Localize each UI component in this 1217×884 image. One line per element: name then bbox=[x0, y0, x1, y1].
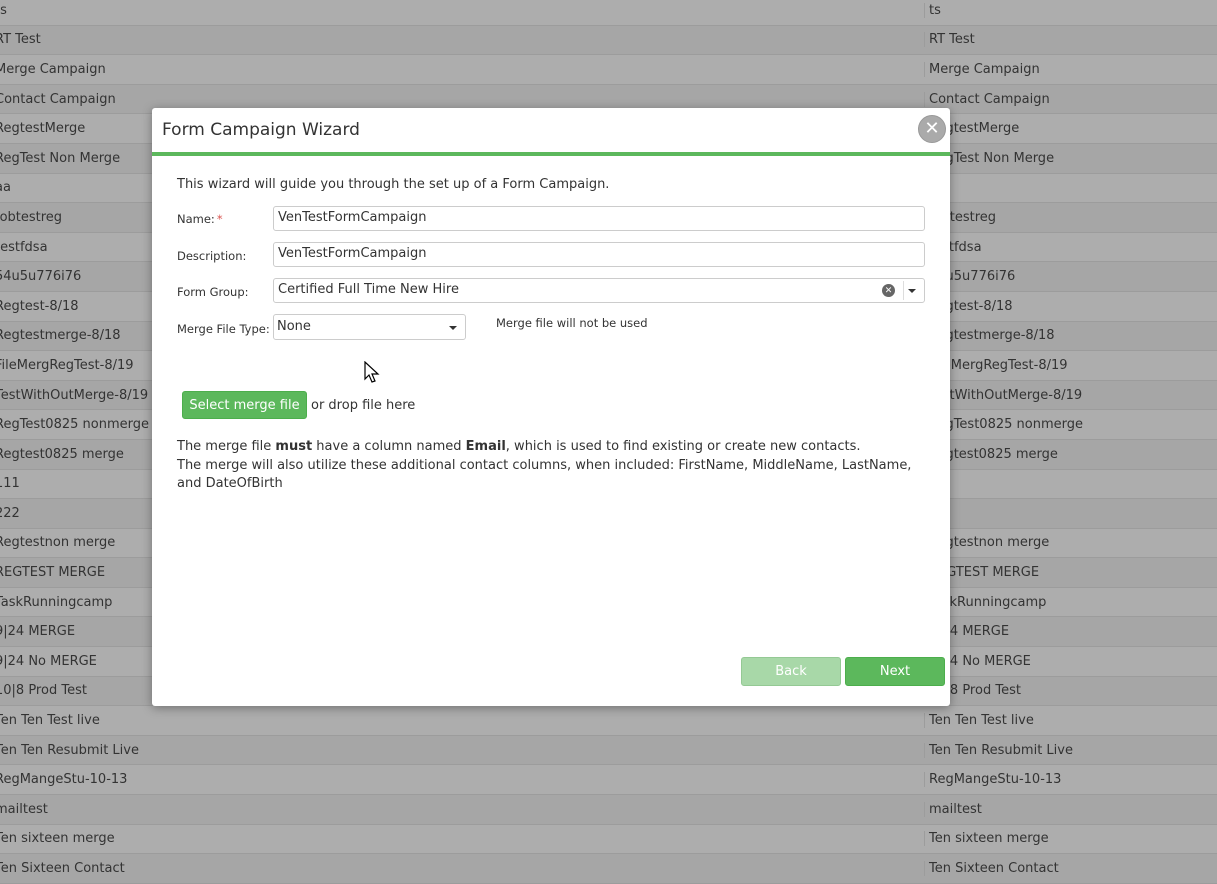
mouse-cursor-icon bbox=[364, 361, 380, 383]
modal-title: Form Campaign Wizard bbox=[162, 120, 360, 140]
table-row[interactable]: RT TestRT Test bbox=[0, 25, 1217, 56]
campaign-name-cell: Contact Campaign bbox=[0, 91, 925, 107]
campaign-description-cell: Contact Campaign bbox=[929, 91, 1050, 107]
clear-icon[interactable]: ✕ bbox=[882, 284, 895, 297]
campaign-name-cell: Merge Campaign bbox=[0, 61, 925, 77]
info-emphasis-must: must bbox=[275, 439, 313, 454]
campaign-description-cell: RegMangeStu-10-13 bbox=[929, 772, 1062, 788]
campaign-name-cell: Ten Sixteen Contact bbox=[0, 861, 925, 877]
name-label-text: Name: bbox=[177, 212, 215, 226]
next-button[interactable]: Next bbox=[845, 657, 945, 686]
campaign-name-cell: RegMangeStu-10-13 bbox=[0, 772, 925, 788]
campaign-name-cell: RT Test bbox=[0, 32, 925, 48]
table-row[interactable]: Ten Sixteen Contact Ten Sixteen Contact bbox=[0, 854, 1217, 884]
close-button[interactable]: ✕ bbox=[918, 115, 946, 143]
drop-file-text: or drop file here bbox=[311, 398, 416, 413]
merge-file-type-value: None bbox=[277, 319, 311, 334]
name-field[interactable]: VenTestFormCampaign bbox=[273, 206, 925, 231]
info-emphasis-email: Email bbox=[465, 439, 506, 454]
table-row[interactable]: Merge Campaign Merge Campaign bbox=[0, 55, 1217, 85]
description-field[interactable]: VenTestFormCampaign bbox=[273, 242, 925, 267]
campaign-description-cell: Ten Sixteen Contact bbox=[929, 861, 1059, 877]
merge-hint: Merge file will not be used bbox=[496, 316, 648, 330]
info-text: The merge file bbox=[177, 439, 276, 454]
campaign-description-cell: Ten sixteen merge bbox=[929, 831, 1049, 847]
table-row[interactable]: Ten sixteen merge Ten sixteen merge bbox=[0, 824, 1217, 855]
campaign-description-cell: Ten Ten Test live bbox=[929, 713, 1034, 729]
select-divider bbox=[903, 281, 904, 300]
table-row[interactable]: Ten Ten Resubmit Live Ten Ten Resubmit Li… bbox=[0, 735, 1217, 766]
campaign-description-cell: Merge Campaign bbox=[929, 61, 1040, 77]
description-label: Description: bbox=[177, 249, 247, 263]
table-row[interactable]: mailtest mailtest bbox=[0, 795, 1217, 825]
form-group-select[interactable]: Certified Full Time New Hire ✕ bbox=[273, 278, 925, 303]
table-row[interactable]: Ten Ten Test live Ten Ten Test live bbox=[0, 706, 1217, 736]
name-label: Name: * bbox=[177, 212, 223, 226]
form-group-label: Form Group: bbox=[177, 285, 249, 299]
info-text: have a column named bbox=[312, 439, 466, 454]
campaign-name-cell: Ten Ten Test live bbox=[0, 713, 925, 729]
back-button[interactable]: Back bbox=[741, 657, 841, 686]
campaign-name-cell: Ten sixteen merge bbox=[0, 831, 925, 847]
info-text-columns: The merge will also utilize these additi… bbox=[177, 457, 912, 492]
chevron-down-icon[interactable] bbox=[449, 326, 457, 330]
campaign-description-cell: RT Test bbox=[929, 32, 975, 48]
wizard-intro: This wizard will guide you through the s… bbox=[177, 177, 610, 192]
merge-file-type-select[interactable]: None bbox=[273, 314, 466, 340]
info-text: , which is used to find existing or crea… bbox=[505, 439, 861, 454]
campaign-name-cell: ts bbox=[0, 2, 925, 18]
select-merge-file-button[interactable]: Select merge file bbox=[182, 391, 307, 419]
form-campaign-wizard-dialog: Form Campaign Wizard ✕ This wizard will … bbox=[152, 108, 950, 706]
campaign-description-cell: ts bbox=[929, 2, 941, 18]
close-icon: ✕ bbox=[924, 118, 940, 139]
merge-info: The merge file must have a column named … bbox=[177, 438, 927, 494]
modal-header: Form Campaign Wizard ✕ bbox=[152, 108, 950, 156]
table-row[interactable]: RegMangeStu-10-13 RegMangeStu-10-13 bbox=[0, 765, 1217, 796]
campaign-description-cell: Ten Ten Resubmit Live bbox=[929, 742, 1073, 758]
campaign-name-cell: Ten Ten Resubmit Live bbox=[0, 742, 925, 758]
chevron-down-icon[interactable] bbox=[908, 289, 916, 293]
table-row[interactable]: tsts bbox=[0, 0, 1217, 26]
form-group-value: Certified Full Time New Hire bbox=[278, 282, 459, 297]
required-marker: * bbox=[216, 212, 223, 226]
campaign-name-cell: mailtest bbox=[0, 801, 925, 817]
merge-file-type-label: Merge File Type: bbox=[177, 322, 270, 336]
campaign-description-cell: mailtest bbox=[929, 801, 982, 817]
